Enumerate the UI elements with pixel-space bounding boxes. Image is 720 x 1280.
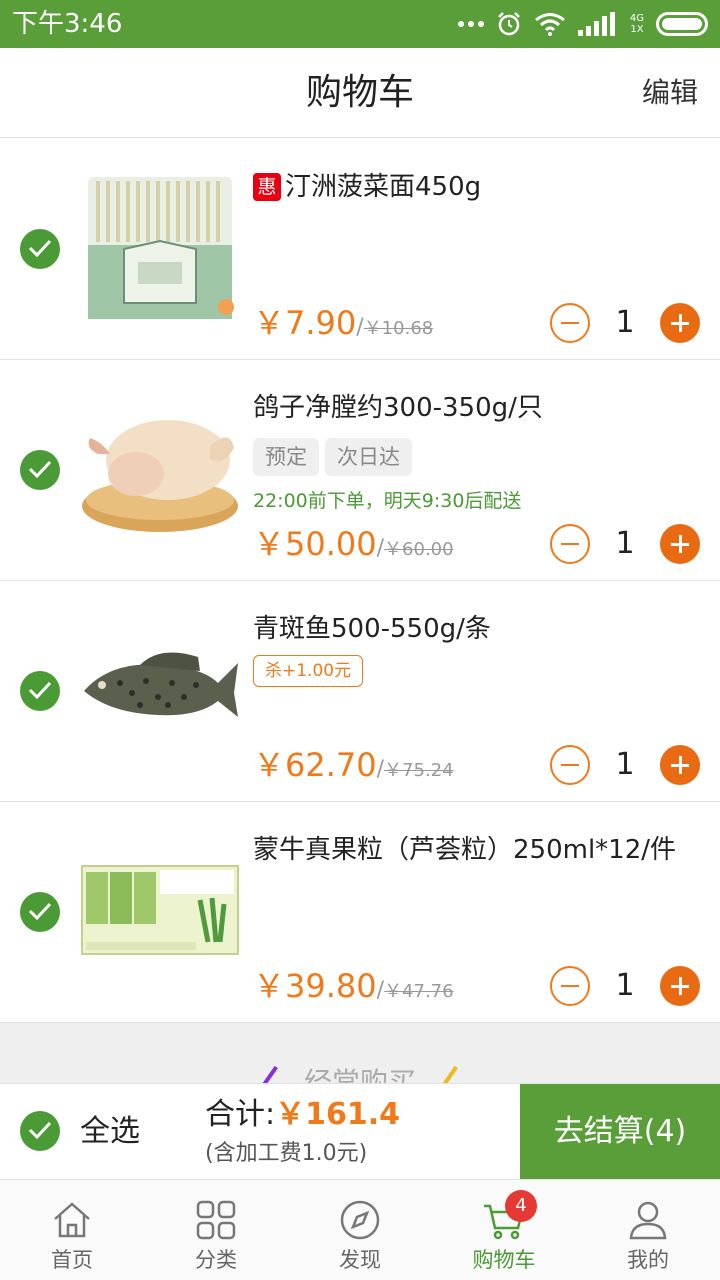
tab-mine[interactable]: 我的 xyxy=(576,1180,720,1280)
select-all-checkbox[interactable] xyxy=(20,1111,60,1151)
original-price: ￥60.00 xyxy=(384,539,454,560)
tab-label: 购物车 xyxy=(472,1248,536,1272)
increase-quantity-button[interactable] xyxy=(660,966,700,1006)
original-price: ￥47.76 xyxy=(384,981,454,1002)
increase-quantity-button[interactable] xyxy=(660,303,700,343)
page-title: 购物车 xyxy=(305,72,414,113)
item-title: 汀洲菠菜面450g xyxy=(285,172,482,202)
discount-badge: 惠 xyxy=(253,173,281,201)
checkout-bar: 全选 合计:￥161.4 (含加工费1.0元) 去结算(4) xyxy=(0,1083,720,1180)
frequently-bought-section: 经常购买 xyxy=(0,1023,720,1083)
grouper-fish-icon[interactable] xyxy=(80,609,240,771)
total-value: ￥161.4 xyxy=(275,1097,401,1132)
total-row: 合计:￥161.4 xyxy=(205,1096,400,1134)
select-all-label[interactable]: 全选 xyxy=(80,1111,140,1153)
item-price: ￥7.90 xyxy=(253,304,357,342)
tab-bar: 首页 分类 发现 购物车 我的 xyxy=(0,1179,720,1280)
item-checkbox[interactable] xyxy=(20,229,60,269)
decrease-quantity-button[interactable] xyxy=(550,524,590,564)
original-price: ￥75.24 xyxy=(384,760,454,781)
delivery-note: 22:00前下单，明天9:30后配送 xyxy=(253,490,522,512)
fee-note: (含加工费1.0元) xyxy=(205,1141,368,1166)
price-slash: / xyxy=(376,536,385,561)
promo-tag: 杀+1.00元 xyxy=(253,655,364,687)
original-price: ￥10.68 xyxy=(363,318,434,339)
tag-preorder: 预定 xyxy=(253,438,319,476)
grid-icon xyxy=(196,1200,236,1240)
price-row: ￥39.80/￥47.76 xyxy=(253,966,454,1006)
price-slash: / xyxy=(356,315,364,340)
home-icon xyxy=(54,1202,90,1238)
increase-quantity-button[interactable] xyxy=(660,524,700,564)
item-title[interactable]: 鸽子净膛约300-350g/只 xyxy=(253,390,543,426)
header: 购物车 编辑 xyxy=(0,48,720,138)
network-bottom: 1X xyxy=(630,24,644,35)
cart-item: 蒙牛真果粒（芦荟粒）250ml*12/件 ￥39.80/￥47.76 1 xyxy=(0,802,720,1023)
status-icons: 4G 1X xyxy=(457,9,708,39)
tab-label: 首页 xyxy=(51,1248,93,1272)
user-icon xyxy=(629,1201,667,1240)
checkout-button[interactable]: 去结算(4) xyxy=(520,1084,720,1180)
frequently-bought-title: 经常购买 xyxy=(303,1066,416,1083)
wifi-icon xyxy=(534,13,565,36)
item-title[interactable]: 青斑鱼500-550g/条 xyxy=(253,611,491,647)
quantity-value: 1 xyxy=(615,305,635,340)
tab-home[interactable]: 首页 xyxy=(0,1180,144,1280)
cart-item: 青斑鱼500-550g/条 杀+1.00元 ￥62.70/￥75.24 1 xyxy=(0,581,720,802)
decrease-quantity-button[interactable] xyxy=(550,966,590,1006)
alarm-icon xyxy=(497,12,520,36)
quantity-value: 1 xyxy=(615,747,635,782)
tab-label: 发现 xyxy=(339,1248,381,1272)
status-bar: 下午3:46 4G 1X xyxy=(0,0,720,48)
item-price: ￥39.80 xyxy=(253,967,377,1005)
price-slash: / xyxy=(376,978,385,1003)
status-time: 下午3:46 xyxy=(12,9,123,39)
item-checkbox[interactable] xyxy=(20,450,60,490)
tab-discover[interactable]: 发现 xyxy=(288,1180,432,1280)
price-row: ￥7.90/￥10.68 xyxy=(253,303,433,343)
quantity-value: 1 xyxy=(615,968,635,1003)
decrease-quantity-button[interactable] xyxy=(550,303,590,343)
battery-icon xyxy=(656,12,708,36)
item-price: ￥62.70 xyxy=(253,746,377,784)
spinach-noodle-pack-icon[interactable] xyxy=(80,167,240,329)
network-top: 4G xyxy=(629,13,644,24)
cart-count-badge: 4 xyxy=(505,1190,537,1222)
tag-list: 预定 次日达 xyxy=(253,438,412,476)
cart-list: 惠汀洲菠菜面450g ￥7.90/￥10.68 1 鸽子净膛约300-350g/… xyxy=(0,139,720,1023)
cart-item: 鸽子净膛约300-350g/只 预定 次日达 22:00前下单，明天9:30后配… xyxy=(0,360,720,581)
tab-category[interactable]: 分类 xyxy=(144,1180,288,1280)
increase-quantity-button[interactable] xyxy=(660,745,700,785)
item-title[interactable]: 蒙牛真果粒（芦荟粒）250ml*12/件 xyxy=(253,832,676,868)
total-label: 合计: xyxy=(205,1097,276,1132)
yogurt-box-icon[interactable] xyxy=(80,830,240,992)
item-checkbox[interactable] xyxy=(20,892,60,932)
item-name[interactable]: 惠汀洲菠菜面450g xyxy=(253,169,481,205)
more-dots-icon xyxy=(457,21,484,27)
edit-button[interactable]: 编辑 xyxy=(642,74,698,112)
tab-cart[interactable]: 购物车 xyxy=(432,1180,576,1280)
price-slash: / xyxy=(376,757,385,782)
item-price: ￥50.00 xyxy=(253,525,377,563)
pigeon-icon[interactable] xyxy=(80,388,240,550)
network-type: 4G 1X xyxy=(630,13,644,35)
item-checkbox[interactable] xyxy=(20,671,60,711)
decrease-quantity-button[interactable] xyxy=(550,745,590,785)
tab-label: 我的 xyxy=(627,1248,669,1272)
cart-item: 惠汀洲菠菜面450g ￥7.90/￥10.68 1 xyxy=(0,139,720,360)
signal-icon xyxy=(577,12,615,36)
compass-icon xyxy=(340,1200,380,1240)
price-row: ￥50.00/￥60.00 xyxy=(253,524,454,564)
price-row: ￥62.70/￥75.24 xyxy=(253,745,454,785)
quantity-value: 1 xyxy=(615,526,635,561)
tag-next-day: 次日达 xyxy=(325,438,412,476)
tab-label: 分类 xyxy=(195,1248,237,1272)
